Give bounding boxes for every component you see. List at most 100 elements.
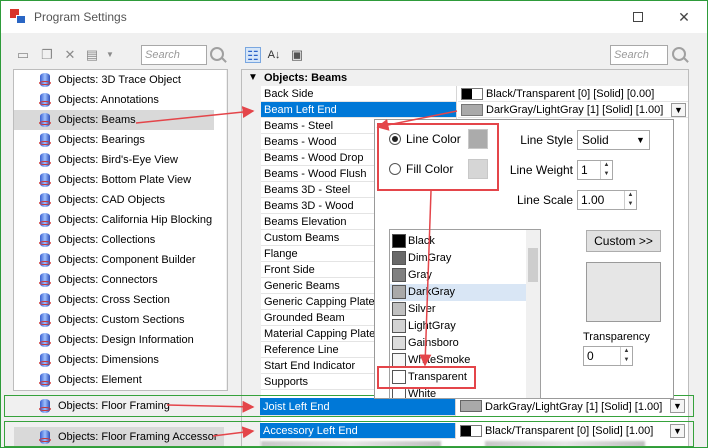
chevron-down-icon[interactable]: ▼ [671,103,686,117]
object-icon [39,113,51,127]
object-icon [39,173,51,187]
title-bar: Program Settings ✕ [1,1,707,33]
list-item[interactable]: Objects: Dimensions [14,350,214,370]
list-item[interactable]: Objects: Element [14,370,214,390]
list-item-label: Objects: Connectors [58,274,158,286]
copy-icon[interactable]: ❐ [39,47,55,63]
list-item[interactable]: Objects: Bird's-Eye View [14,150,214,170]
object-icon [39,253,51,267]
grid-category-header[interactable]: ▼ Objects: Beams [242,70,688,86]
property-value[interactable]: Black/Transparent [0] [Solid] [0.00] [458,86,688,102]
categorized-view-icon[interactable]: ☷ [245,47,261,63]
property-value-text: DarkGray/LightGray [1] [Solid] [1.00] [486,104,664,116]
color-list-item[interactable]: LightGray [390,318,526,335]
object-icon [39,373,51,387]
color-list-item[interactable]: Gainsboro [390,335,526,352]
list-item[interactable]: Objects: Cross Section [14,290,214,310]
line-weight-stepper[interactable]: 1 ▲ ▼ [577,160,613,180]
right-search-input[interactable]: Search [610,45,668,65]
color-list-item[interactable]: Silver [390,301,526,318]
close-icon: ✕ [678,9,690,25]
color-swatch [392,268,406,282]
color-list-item[interactable]: Black [390,233,526,250]
delete-icon[interactable]: ✕ [62,47,78,63]
up-down-arrows-icon[interactable]: ▲ ▼ [624,191,636,209]
search-icon[interactable] [672,47,686,61]
list-item[interactable]: Objects: Beams [14,110,214,130]
maximize-button[interactable] [615,1,661,33]
list-item-label: Objects: California Hip Blocking [58,214,213,226]
custom-color-button[interactable]: Custom >> [586,230,661,252]
list-item[interactable]: Objects: California Hip Blocking [14,210,214,230]
property-pages-icon[interactable]: ▣ [289,47,305,63]
folder-icon[interactable]: ▭ [15,47,31,63]
object-icon [39,233,51,247]
list-item[interactable]: Objects: Collections [14,230,214,250]
left-search-input[interactable]: Search [141,45,207,65]
color-list-item[interactable]: Gray [390,267,526,284]
list-item[interactable]: Objects: Design Information [14,330,214,350]
color-swatch [392,336,406,350]
program-settings-window: Program Settings ✕ ▭ ❐ ✕ ▤ ▼ Search ☷ A↓… [0,0,708,448]
close-button[interactable]: ✕ [661,1,707,33]
list-item[interactable]: Objects: Connectors [14,270,214,290]
list-item[interactable]: Objects: Custom Sections [14,310,214,330]
list-item-label: Objects: Dimensions [58,354,159,366]
object-icon [39,193,51,207]
chevron-down-icon[interactable]: ▼ [632,131,649,149]
line-weight-value: 1 [581,163,588,177]
color-name: WhiteSmoke [408,354,471,366]
list-item-label: Objects: Bearings [58,134,145,146]
list-item[interactable]: Objects: 3D Trace Object [14,70,214,90]
property-name[interactable]: Back Side [261,86,457,102]
list-item-label: Objects: Cross Section [58,294,170,306]
line-style-label: Line Style [520,133,573,147]
color-swatch [392,319,406,333]
view-options-icon[interactable]: ▤ [84,47,100,63]
color-swatch [392,234,406,248]
search-icon[interactable] [210,47,224,61]
property-name[interactable]: Beam Left End [261,102,457,118]
color-list-scrollbar[interactable] [526,230,540,398]
sort-alphabetical-icon[interactable]: A↓ [266,47,282,63]
annotation-red-box-transparent [377,366,476,389]
line-style-select[interactable]: Solid ▼ [577,130,650,150]
color-name: DimGray [408,252,452,264]
chevron-down-icon[interactable]: ▼ [102,47,118,63]
up-down-arrows-icon[interactable]: ▲ ▼ [600,161,612,179]
object-icon [39,313,51,327]
list-item-label: Objects: Beams [58,114,136,126]
list-item-label: Objects: 3D Trace Object [58,74,181,86]
list-item-label: Objects: Collections [58,234,156,246]
settings-category-list[interactable]: Objects: 3D Trace Object Objects: Annotat… [13,69,228,391]
list-item[interactable]: Objects: Component Builder [14,250,214,270]
left-list-scrollbar[interactable] [226,70,227,390]
window-title: Program Settings [34,10,127,24]
color-list-item[interactable]: DarkGray [390,284,526,301]
list-item[interactable]: Objects: Bottom Plate View [14,170,214,190]
object-icon [39,293,51,307]
grid-gutter [242,86,261,446]
object-icon [39,73,51,87]
transparency-stepper[interactable]: 0 ▲ ▼ [583,346,633,366]
list-item[interactable]: Objects: Annotations [14,90,214,110]
color-name: White [408,388,437,399]
list-item-label: Objects: Component Builder [58,254,196,266]
line-scale-stepper[interactable]: 1.00 ▲ ▼ [577,190,637,210]
list-item[interactable]: Objects: CAD Objects [14,190,214,210]
collapse-arrow-icon[interactable]: ▼ [248,70,258,86]
color-name: Gray [408,269,432,281]
color-name: Black [408,235,435,247]
line-scale-value: 1.00 [581,193,605,207]
list-item-label: Objects: Bottom Plate View [58,174,192,186]
list-item-label: Objects: Custom Sections [58,314,185,326]
color-swatch [392,285,406,299]
property-value[interactable]: DarkGray/LightGray [1] [Solid] [1.00] ▼ [458,102,688,118]
color-list-item[interactable]: DimGray [390,250,526,267]
property-value-text: Black/Transparent [0] [Solid] [0.00] [486,88,655,100]
category-label: Objects: Beams [264,72,348,84]
up-down-arrows-icon[interactable]: ▲ ▼ [620,347,632,365]
object-icon [39,213,51,227]
line-style-value: Solid [582,133,609,147]
list-item[interactable]: Objects: Bearings [14,130,214,150]
